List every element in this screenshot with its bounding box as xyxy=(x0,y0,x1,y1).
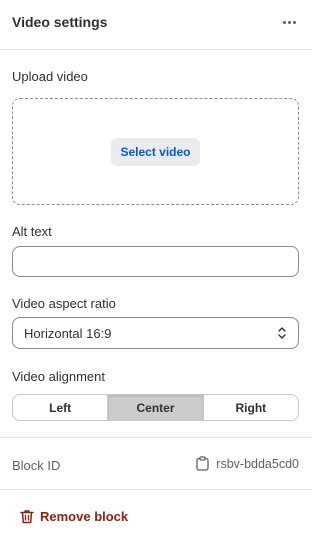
panel-header: Video settings xyxy=(0,0,312,50)
alignment-center-button[interactable]: Center xyxy=(107,395,203,420)
block-id-label: Block ID xyxy=(12,458,61,473)
panel-title: Video settings xyxy=(12,14,108,30)
block-id-value: rsbv-bdda5cd0 xyxy=(216,456,299,471)
alt-text-label: Alt text xyxy=(12,224,52,239)
alignment-right-button[interactable]: Right xyxy=(202,395,298,420)
alt-text-input[interactable] xyxy=(12,246,299,277)
clipboard-icon xyxy=(196,456,209,471)
alignment-left-button[interactable]: Left xyxy=(13,395,107,420)
remove-block-label: Remove block xyxy=(40,509,129,524)
trash-icon xyxy=(20,510,34,524)
section-divider xyxy=(0,437,312,438)
aspect-ratio-select[interactable]: Horizontal 16:9 xyxy=(12,317,299,349)
video-dropzone[interactable]: Select video xyxy=(12,98,299,205)
block-id-copy[interactable]: rsbv-bdda5cd0 xyxy=(196,456,299,471)
more-horizontal-icon[interactable] xyxy=(278,11,300,33)
upload-video-label: Upload video xyxy=(12,69,88,84)
select-video-button[interactable]: Select video xyxy=(111,137,200,166)
video-alignment-label: Video alignment xyxy=(12,369,105,384)
aspect-ratio-label: Video aspect ratio xyxy=(12,296,116,311)
aspect-ratio-value: Horizontal 16:9 xyxy=(24,326,112,341)
remove-block-button[interactable]: Remove block xyxy=(20,509,128,524)
select-chevron-icon xyxy=(278,327,286,339)
section-divider xyxy=(0,489,312,490)
video-alignment-control: Left Center Right xyxy=(12,394,299,421)
